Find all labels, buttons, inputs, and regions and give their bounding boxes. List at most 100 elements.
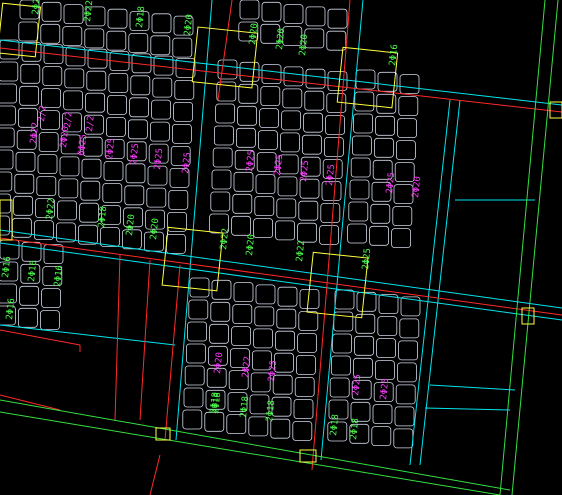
grid-cell	[86, 70, 107, 91]
grid-cell	[106, 30, 127, 51]
grid-cell	[295, 355, 316, 375]
grid-cell	[41, 288, 61, 309]
grid-cell	[19, 85, 40, 106]
grid-cell	[398, 340, 419, 361]
rebar-label: 2Φ20	[275, 28, 287, 51]
grid-cell	[237, 105, 258, 126]
rebar-label: 2Φ25	[31, 0, 43, 15]
grid-cell	[124, 185, 145, 206]
grid-cell	[17, 307, 38, 328]
grid-cell	[257, 130, 278, 151]
grid-cell	[0, 193, 11, 214]
grid-cell	[172, 37, 193, 58]
grid-cell	[64, 68, 85, 89]
grid-cell	[394, 162, 415, 183]
grid-cell	[57, 200, 77, 221]
column-box	[306, 251, 369, 319]
grid-cell	[348, 201, 369, 222]
grid-cell	[183, 387, 204, 408]
beam-line	[0, 242, 562, 321]
rebar-label: 2Φ25	[385, 172, 397, 195]
grid-cell	[356, 291, 377, 312]
grid-cell	[15, 151, 36, 172]
grid-cell	[261, 64, 282, 84]
grid-cell	[108, 73, 129, 93]
beam-line	[0, 229, 562, 309]
grid-cell	[283, 4, 304, 24]
grid-cell	[168, 189, 189, 210]
grid-cell	[260, 86, 281, 106]
rebar-label: 2Φ20	[213, 352, 225, 375]
grid-cell	[21, 241, 42, 262]
grid-cell	[127, 119, 148, 140]
beam-line	[419, 99, 461, 466]
grid-cell	[231, 215, 252, 236]
grid-cell	[394, 406, 415, 427]
rebar-label: 2Φ22	[295, 240, 307, 263]
grid-cell	[213, 125, 234, 146]
grid-cell	[106, 117, 126, 137]
grid-cell	[293, 399, 314, 419]
grid-cell	[232, 304, 253, 325]
rebar-label: 2Φ16	[388, 44, 400, 67]
grid-cell	[355, 69, 376, 90]
grid-cell	[151, 99, 172, 120]
grid-cell	[174, 80, 195, 100]
axis-line	[139, 259, 151, 421]
grid-cell	[255, 284, 276, 305]
rebar-label: 2Φ20	[125, 214, 137, 237]
axis-line	[114, 254, 121, 421]
grid-cell	[0, 83, 17, 104]
grid-cell	[185, 343, 206, 364]
grid-cell	[103, 161, 124, 181]
grid-cell	[0, 215, 10, 236]
grid-cell	[283, 66, 304, 87]
grid-cell	[398, 96, 419, 116]
grid-cell	[372, 404, 393, 425]
rebar-label: 2Φ16	[1, 256, 13, 279]
grid-cell	[209, 323, 230, 344]
grid-cell	[0, 105, 16, 126]
grid-cell	[215, 103, 236, 124]
grid-cell	[125, 163, 146, 184]
rebar-label: 2Φ18	[349, 418, 361, 441]
grid-cell	[281, 110, 302, 131]
grid-cell	[80, 180, 101, 201]
grid-cell	[297, 333, 318, 353]
grid-cell	[38, 132, 59, 153]
cad-drawing-canvas: 2Φ25 2Φ22 2Φ18 2Φ20 2Φ20 2Φ20 2Φ20 2Φ16 2Φ22 2Φ18…	[0, 0, 562, 495]
grid-cell	[182, 409, 203, 430]
rebar-label: 6Φ25	[77, 134, 89, 157]
axis-line	[0, 394, 61, 411]
grid-cell	[261, 1, 282, 22]
grid-cell	[211, 279, 232, 300]
grid-cell	[84, 28, 105, 49]
grid-cell	[325, 115, 346, 135]
grid-cell	[330, 355, 351, 376]
grid-cell	[374, 360, 395, 381]
grid-cell	[253, 328, 274, 349]
grid-cell	[212, 147, 233, 168]
grid-cell	[14, 173, 35, 194]
rebar-label: 2/2	[85, 115, 97, 132]
grid-cell	[347, 223, 368, 244]
grid-cell	[371, 426, 392, 447]
grid-cell	[275, 330, 296, 351]
grid-cell	[210, 301, 231, 322]
grid-cell	[377, 316, 398, 337]
grid-cell	[392, 206, 413, 227]
grid-cell	[395, 384, 416, 405]
grid-cell	[369, 225, 390, 246]
grid-cell	[63, 90, 83, 111]
grid-cell	[107, 95, 127, 115]
boundary-line	[511, 0, 559, 495]
grid-cell	[40, 310, 60, 331]
grid-cell	[102, 183, 123, 203]
grid-cell	[393, 428, 414, 449]
grid-cell	[329, 377, 350, 398]
grid-cell	[42, 66, 63, 86]
rebar-label: 2Φ25	[351, 374, 363, 397]
axis-line	[0, 329, 81, 346]
grid-cell	[40, 23, 61, 44]
grid-cell	[59, 156, 80, 177]
